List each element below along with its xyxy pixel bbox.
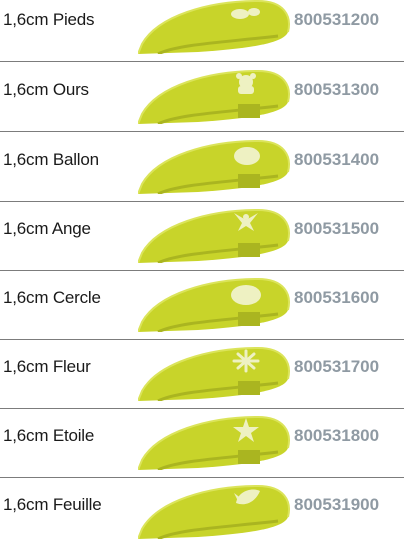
product-label: 1,6cm Pieds: [3, 10, 95, 29]
punch-image: [138, 346, 290, 401]
product-list: 1,6cm Pieds 800531200 1,6cm Ours 8005313…: [0, 0, 404, 546]
product-code: 800531700: [294, 357, 380, 376]
product-code: 800531500: [294, 219, 380, 238]
product-code: 800531200: [294, 10, 380, 29]
product-label: 1,6cm Fleur: [3, 357, 91, 376]
product-label: 1,6cm Ours: [3, 80, 89, 99]
punch-image: [138, 484, 290, 539]
punch-image: [138, 0, 290, 54]
product-row: 1,6cm Feuille 800531900: [0, 477, 404, 546]
product-row: 1,6cm Fleur 800531700: [0, 339, 404, 409]
product-label: 1,6cm Ange: [3, 219, 91, 238]
product-row: 1,6cm Ours 800531300: [0, 62, 404, 132]
punch-image: [138, 208, 290, 263]
product-row: 1,6cm Pieds 800531200: [0, 0, 404, 62]
product-label: 1,6cm Ballon: [3, 150, 99, 169]
product-code: 800531800: [294, 426, 380, 445]
product-label: 1,6cm Etoile: [3, 426, 95, 445]
punch-image: [138, 415, 290, 470]
product-row: 1,6cm Ange 800531500: [0, 201, 404, 271]
product-row: 1,6cm Ballon 800531400: [0, 132, 404, 202]
circle-icon: [231, 285, 261, 305]
flower-icon: [232, 349, 260, 373]
product-label: 1,6cm Feuille: [3, 495, 102, 514]
punch-image: [138, 277, 290, 332]
product-row: 1,6cm Cercle 800531600: [0, 270, 404, 340]
product-code: 800531600: [294, 288, 380, 307]
punch-image: [138, 139, 290, 194]
product-label: 1,6cm Cercle: [3, 288, 101, 307]
product-code: 800531300: [294, 80, 380, 99]
balloon-icon: [234, 147, 260, 165]
product-code: 800531900: [294, 495, 380, 514]
punch-image: [138, 69, 290, 124]
product-code: 800531400: [294, 150, 380, 169]
product-row: 1,6cm Etoile 800531800: [0, 408, 404, 478]
